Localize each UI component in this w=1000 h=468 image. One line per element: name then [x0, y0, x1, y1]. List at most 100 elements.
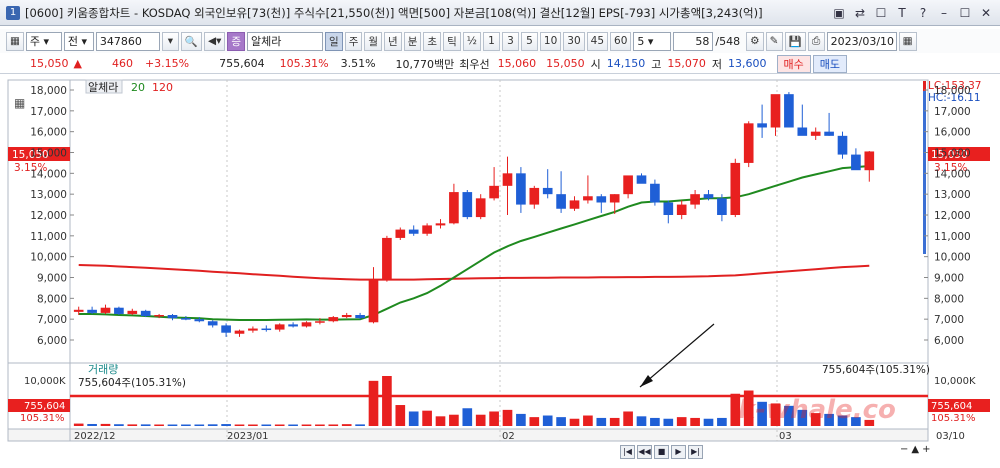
speaker-icon[interactable]: ◀▾	[204, 31, 226, 51]
candle-body	[542, 187, 553, 195]
volume-bar	[382, 376, 392, 426]
period-type-select[interactable]: 주 ▾	[25, 31, 62, 51]
volume-bar	[167, 424, 178, 426]
candle-body	[569, 200, 580, 209]
volume-bar	[368, 380, 379, 426]
interval-select[interactable]: 5 ▾	[633, 31, 672, 51]
open-price: 14,150	[606, 57, 646, 70]
period-week-button[interactable]: 주	[344, 31, 363, 51]
chart-settings-icon[interactable]: ▦	[14, 96, 25, 110]
priority-label: 최우선	[459, 57, 490, 71]
code-dropdown-icon[interactable]: ▾	[161, 31, 179, 51]
volume-panel-right-subtitle: 755,604주(105.31%)	[822, 364, 930, 376]
y-tick-left: 14,000	[30, 168, 67, 180]
nav-last-icon[interactable]: ▶|	[688, 445, 703, 459]
period-day-button[interactable]: 일	[325, 31, 343, 51]
maximize-icon[interactable]: ☐	[957, 5, 973, 21]
candle-body	[650, 183, 660, 203]
legend-stock-name: 알체라	[88, 80, 118, 94]
x-label-2022-12: 2022/12	[74, 431, 116, 442]
save-icon[interactable]: 💾	[784, 31, 806, 51]
y-tick-left: 9,000	[37, 273, 67, 285]
x-label-2023-01: 2023/01	[227, 431, 269, 442]
period-year-button[interactable]: 년	[384, 31, 402, 51]
interval-1-button[interactable]: 1	[482, 31, 500, 51]
stock-group-badge[interactable]: 증	[227, 31, 246, 51]
date-input[interactable]: 2023/03/10	[826, 31, 897, 51]
volume-bar	[154, 424, 164, 426]
search-icon[interactable]: 🔍	[180, 31, 202, 51]
y-tick-right: 9,000	[934, 273, 964, 285]
zoom-out-icon[interactable]: −	[900, 444, 908, 455]
candle-body	[770, 94, 781, 128]
interval-60-button[interactable]: 60	[610, 31, 632, 51]
minimize-icon[interactable]: –	[936, 5, 952, 21]
screen-icon[interactable]: ☐	[873, 5, 889, 21]
candle-body	[690, 194, 700, 205]
count-input[interactable]: 58	[673, 31, 714, 51]
candle-body	[167, 315, 178, 319]
high-label: 고	[651, 57, 662, 71]
print-icon[interactable]: ⎙	[807, 31, 825, 51]
volume-bar	[663, 418, 674, 426]
interval-5-button[interactable]: 5	[520, 31, 538, 51]
candle-body	[730, 162, 741, 215]
volume-bar	[717, 417, 727, 426]
nav-first-icon[interactable]: |◀	[620, 445, 635, 459]
candle-body	[328, 317, 339, 322]
price-volume-chart[interactable]: ▦ 알체라 20 120 LC:153.37 HC:-16.11 15,050 …	[0, 77, 1000, 468]
stock-code-input[interactable]: 347860	[95, 31, 160, 51]
indicator-icon[interactable]: ⚙	[746, 31, 764, 51]
draw-tools-icon[interactable]: ✎	[765, 31, 783, 51]
period-second-button[interactable]: 초	[423, 31, 442, 51]
interval-3-button[interactable]: 3	[501, 31, 519, 51]
period-tick-button[interactable]: 틱	[443, 31, 461, 51]
y-tick-left: 15,000	[30, 148, 67, 160]
range-type-select[interactable]: 전 ▾	[63, 31, 94, 51]
link-icon[interactable]: ▣	[831, 5, 847, 21]
swap-icon[interactable]: ⇄	[852, 5, 868, 21]
y-tick-right: 10,000	[934, 252, 971, 264]
interval-10-button[interactable]: 10	[539, 31, 562, 51]
change-value: 460	[111, 57, 133, 70]
candle-body	[583, 196, 593, 201]
period-month-button[interactable]: 월	[364, 31, 383, 51]
nav-prev-icon[interactable]: ◀◀	[637, 445, 652, 459]
watermark: k-whale.co	[738, 395, 896, 425]
volume-bar	[395, 405, 406, 426]
help-icon[interactable]: ?	[915, 5, 931, 21]
zoom-controls: − ▲ +	[900, 444, 930, 455]
zoom-in-icon[interactable]: +	[922, 444, 930, 455]
y-tick-left: 8,000	[37, 293, 67, 305]
bid-price: 15,050	[546, 57, 585, 70]
close-icon[interactable]: ✕	[978, 5, 994, 21]
x-label-02: 02	[502, 431, 515, 442]
nav-stop-icon[interactable]: ■	[654, 445, 669, 459]
candle-body	[475, 198, 486, 218]
zoom-full-icon[interactable]: ▲	[911, 444, 919, 455]
candle-body	[73, 309, 84, 312]
font-icon[interactable]: T	[894, 5, 910, 21]
settings-icon[interactable]: ▦	[6, 31, 24, 51]
candle-body	[824, 131, 834, 136]
volume-bar	[609, 417, 620, 426]
candle-body	[114, 307, 124, 314]
y-tick-left: 11,000	[30, 231, 67, 243]
interval-30-button[interactable]: 30	[563, 31, 585, 51]
high-price: 15,070	[667, 57, 706, 70]
nav-next-icon[interactable]: ▶	[671, 445, 686, 459]
volume-bar	[435, 416, 446, 426]
candle-body	[100, 307, 111, 313]
sell-button[interactable]: 매도	[812, 54, 848, 73]
volume-bar	[596, 417, 607, 426]
volume-bar	[87, 423, 97, 426]
volume-bar	[529, 417, 540, 426]
calendar-icon[interactable]: ▦	[898, 31, 917, 51]
candle-body	[663, 202, 674, 215]
interval-45-button[interactable]: 45	[586, 31, 609, 51]
volume-y-tick-right: 10,000K	[934, 376, 976, 387]
interval-half-button[interactable]: ½	[462, 31, 481, 51]
buy-button[interactable]: 매수	[776, 54, 811, 73]
period-minute-button[interactable]: 분	[403, 31, 422, 51]
left-volume-label: 755,604	[24, 401, 65, 412]
